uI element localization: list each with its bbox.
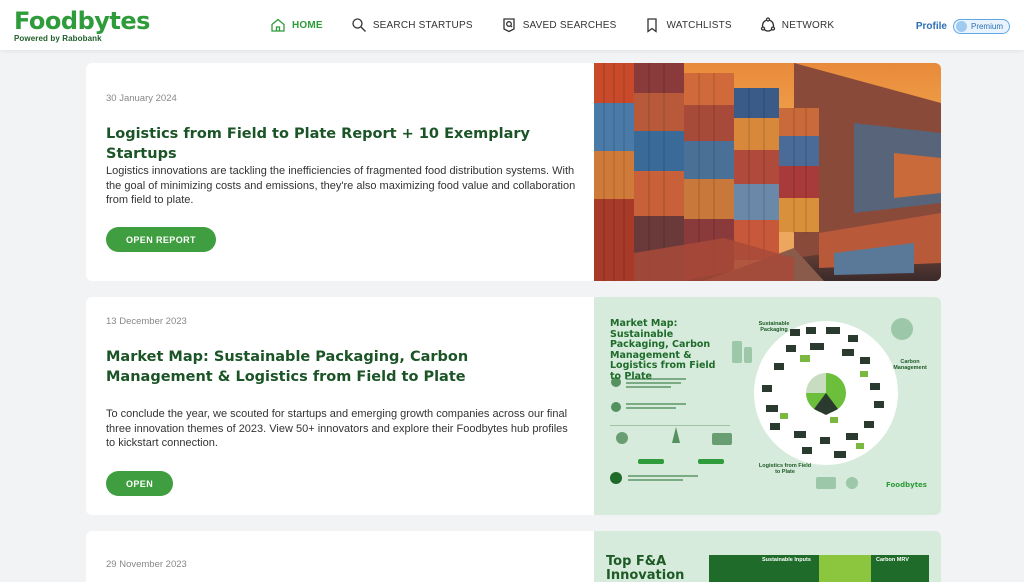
- logo-wordmark: Foodbytes: [14, 7, 150, 35]
- nav-home[interactable]: HOME: [270, 17, 323, 33]
- nav-network-label: NETWORK: [781, 19, 835, 31]
- logo-tagline: Powered by Rabobank: [14, 34, 102, 43]
- thumb-banner-highlight: [819, 555, 871, 582]
- market-map-graphic: [610, 318, 913, 489]
- foodbytes-logo[interactable]: Foodbytes Powered by Rabobank: [14, 8, 150, 43]
- main-nav: HOME SEARCH STARTUPS SAVED SEARCHES WATC…: [270, 0, 862, 50]
- profile-link[interactable]: Profile: [916, 21, 947, 32]
- home-icon: [271, 18, 285, 32]
- card-date: 29 November 2023: [106, 559, 187, 570]
- profile-area: Profile Premium: [916, 19, 1010, 34]
- nav-saved-searches-label: SAVED SEARCHES: [522, 19, 617, 31]
- top-header: Foodbytes Powered by Rabobank HOME SEARC…: [0, 0, 1024, 50]
- nav-network[interactable]: NETWORK: [760, 17, 835, 33]
- innovation-card: 29 November 2023 Top F&A Innovation Sust…: [86, 531, 941, 582]
- premium-badge[interactable]: Premium: [952, 19, 1010, 34]
- thumb-label-inputs: Sustainable Inputs: [762, 557, 811, 563]
- nav-watchlists-label: WATCHLISTS: [666, 19, 732, 31]
- card-description: To conclude the year, we scouted for sta…: [106, 408, 568, 449]
- open-report-button[interactable]: OPEN REPORT: [106, 227, 216, 252]
- network-icon: [760, 17, 775, 32]
- search-icon: [352, 18, 366, 32]
- card-description: Logistics innovations are tackling the i…: [106, 165, 576, 206]
- innovation-thumbnail[interactable]: Top F&A Innovation Sustainable Inputs Ca…: [594, 531, 941, 582]
- thumb-label-carbon: Carbon MRV: [876, 557, 909, 563]
- nav-search-startups[interactable]: SEARCH STARTUPS: [351, 17, 473, 33]
- nav-saved-searches[interactable]: SAVED SEARCHES: [501, 17, 617, 33]
- saved-search-icon: [503, 18, 515, 33]
- card-title[interactable]: Market Map: Sustainable Packaging, Carbo…: [106, 347, 576, 387]
- thumb-title: Top F&A Innovation: [606, 554, 685, 582]
- premium-avatar-icon: [955, 21, 967, 32]
- card-date: 30 January 2024: [106, 93, 177, 104]
- nav-watchlists[interactable]: WATCHLISTS: [644, 17, 732, 33]
- card-title[interactable]: Logistics from Field to Plate Report + 1…: [106, 124, 576, 164]
- nav-search-startups-label: SEARCH STARTUPS: [372, 19, 473, 31]
- open-button[interactable]: OPEN: [106, 471, 174, 496]
- report-card: 30 January 2024 Logistics from Field to …: [86, 63, 941, 281]
- nav-home-label: HOME: [292, 19, 323, 31]
- premium-label: Premium: [970, 22, 1003, 31]
- bookmark-icon: [647, 18, 658, 33]
- market-map-card: 13 December 2023 Market Map: Sustainable…: [86, 297, 941, 515]
- market-map-thumbnail[interactable]: Market Map: Sustainable Packaging, Carbo…: [594, 297, 941, 515]
- shipping-containers-image[interactable]: [594, 63, 941, 281]
- card-date: 13 December 2023: [106, 316, 187, 327]
